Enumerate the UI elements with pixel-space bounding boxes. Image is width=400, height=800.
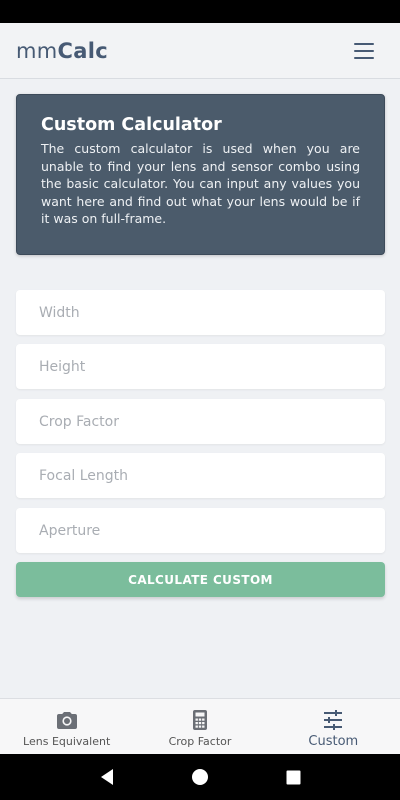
sliders-icon xyxy=(324,710,343,730)
camera-icon xyxy=(56,712,77,729)
nav-item-custom[interactable]: Custom xyxy=(267,699,400,754)
system-home-icon[interactable] xyxy=(190,767,210,787)
nav-label-crop-factor: Crop Factor xyxy=(168,735,232,748)
info-card: Custom Calculator The custom calculator … xyxy=(16,94,385,255)
system-recents-icon[interactable] xyxy=(283,767,303,787)
app-logo: mmCalc xyxy=(16,39,108,63)
info-card-title: Custom Calculator xyxy=(41,115,222,135)
brand-light-text: mm xyxy=(16,38,58,63)
brand-bold-text: Calc xyxy=(57,38,108,63)
app-header: mmCalc xyxy=(0,23,400,79)
calculate-custom-button[interactable]: CALCULATE CUSTOM xyxy=(16,562,385,597)
bottom-nav: Lens Equivalent Crop Factor Custom xyxy=(0,698,400,754)
nav-item-lens-equivalent[interactable]: Lens Equivalent xyxy=(0,699,133,754)
hamburger-menu-icon[interactable] xyxy=(354,42,374,59)
width-input[interactable] xyxy=(16,290,385,335)
system-nav-bar xyxy=(0,754,400,800)
height-input[interactable] xyxy=(16,344,385,389)
crop-factor-input[interactable] xyxy=(16,399,385,444)
focal-length-input[interactable] xyxy=(16,453,385,498)
nav-label-lens-equivalent: Lens Equivalent xyxy=(23,735,111,748)
system-back-icon[interactable] xyxy=(97,767,117,787)
status-bar xyxy=(0,0,400,23)
nav-label-custom: Custom xyxy=(308,734,359,749)
nav-item-crop-factor[interactable]: Crop Factor xyxy=(133,699,266,754)
calculator-icon xyxy=(192,710,207,730)
info-card-description: The custom calculator is used when you a… xyxy=(41,141,360,226)
aperture-input[interactable] xyxy=(16,508,385,553)
